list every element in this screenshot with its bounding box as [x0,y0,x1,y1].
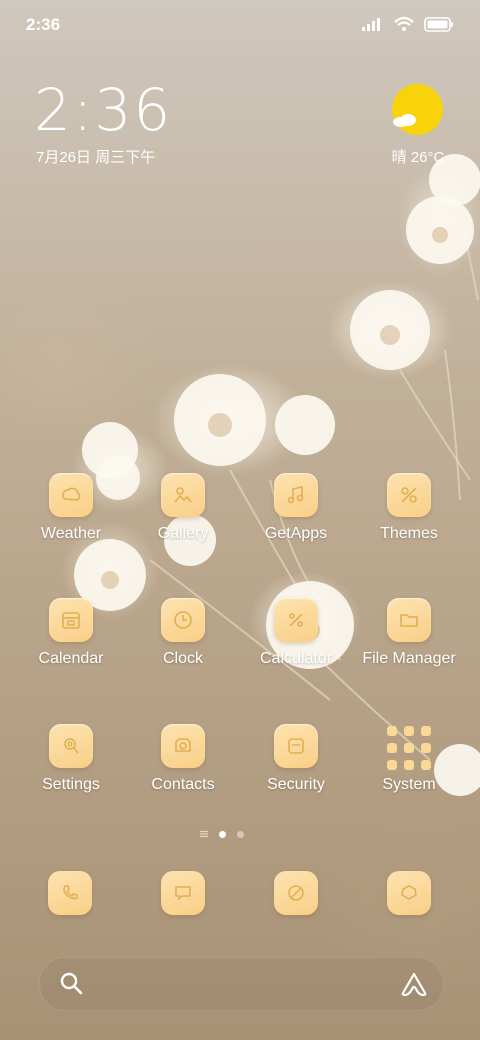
themes-icon [387,473,431,517]
browser-icon [274,871,318,915]
folder-grid-icon [385,724,433,772]
message-icon [161,871,205,915]
page-indicator[interactable] [200,830,244,838]
signal-icon [362,18,380,31]
folder-icon [387,598,431,642]
app-gallery[interactable]: Gallery [127,473,239,543]
calendar-icon [49,598,93,642]
app-label: GetApps [264,525,328,542]
app-label: Calendar [38,650,104,667]
page-dot [237,830,244,838]
dock-camera[interactable] [387,871,431,915]
calculator-icon [274,598,318,642]
app-label: Security [267,776,325,793]
app-label: Gallery [157,525,209,542]
app-security[interactable]: Security [240,724,352,794]
assistant-icon[interactable] [399,971,429,997]
security-icon [274,724,318,768]
clock-widget-date[interactable]: 7月26日 周三下午 [36,146,155,167]
app-label: Calculator [259,650,333,667]
sun-cloud-icon[interactable] [392,84,443,135]
app-label: System [382,776,436,793]
getapps-icon [274,473,318,517]
contacts-icon [161,724,205,768]
app-settings[interactable]: Settings [15,724,127,794]
status-bar: 2:36 [0,0,480,50]
app-calendar[interactable]: Calendar [15,598,127,668]
gallery-icon [161,473,205,517]
app-calculator[interactable]: Calculator [240,598,352,668]
dock-browser[interactable] [274,871,318,915]
app-themes[interactable]: Themes [353,473,465,543]
weather-text[interactable]: 晴 26°C [378,146,458,167]
camera-icon [387,871,431,915]
settings-icon [49,724,93,768]
page-dot-active [219,830,226,838]
cloud-icon [393,114,416,127]
clock-widget-time[interactable]: 2:36 [34,78,172,142]
app-file-manager[interactable]: File Manager [353,598,465,668]
dock-phone[interactable] [48,871,92,915]
app-getapps[interactable]: GetApps [240,473,352,543]
search-icon [60,972,83,995]
weather-icon [49,473,93,517]
app-label: File Manager [362,650,456,667]
phone-icon [48,871,92,915]
dock-messages[interactable] [161,871,205,915]
app-contacts[interactable]: Contacts [127,724,239,794]
app-weather[interactable]: Weather [15,473,127,543]
app-system-folder[interactable]: System [353,724,465,794]
battery-icon [424,16,453,32]
app-label: Weather [40,525,102,542]
wifi-icon [394,16,414,31]
status-time: 2:36 [26,15,61,34]
search-bar[interactable] [39,957,444,1011]
app-label: Themes [380,525,438,542]
page-list-indicator [200,830,208,838]
app-label: Contacts [151,776,215,793]
app-clock[interactable]: Clock [127,598,239,668]
app-label: Clock [162,650,203,667]
clock-icon [161,598,205,642]
app-label: Settings [42,776,100,793]
